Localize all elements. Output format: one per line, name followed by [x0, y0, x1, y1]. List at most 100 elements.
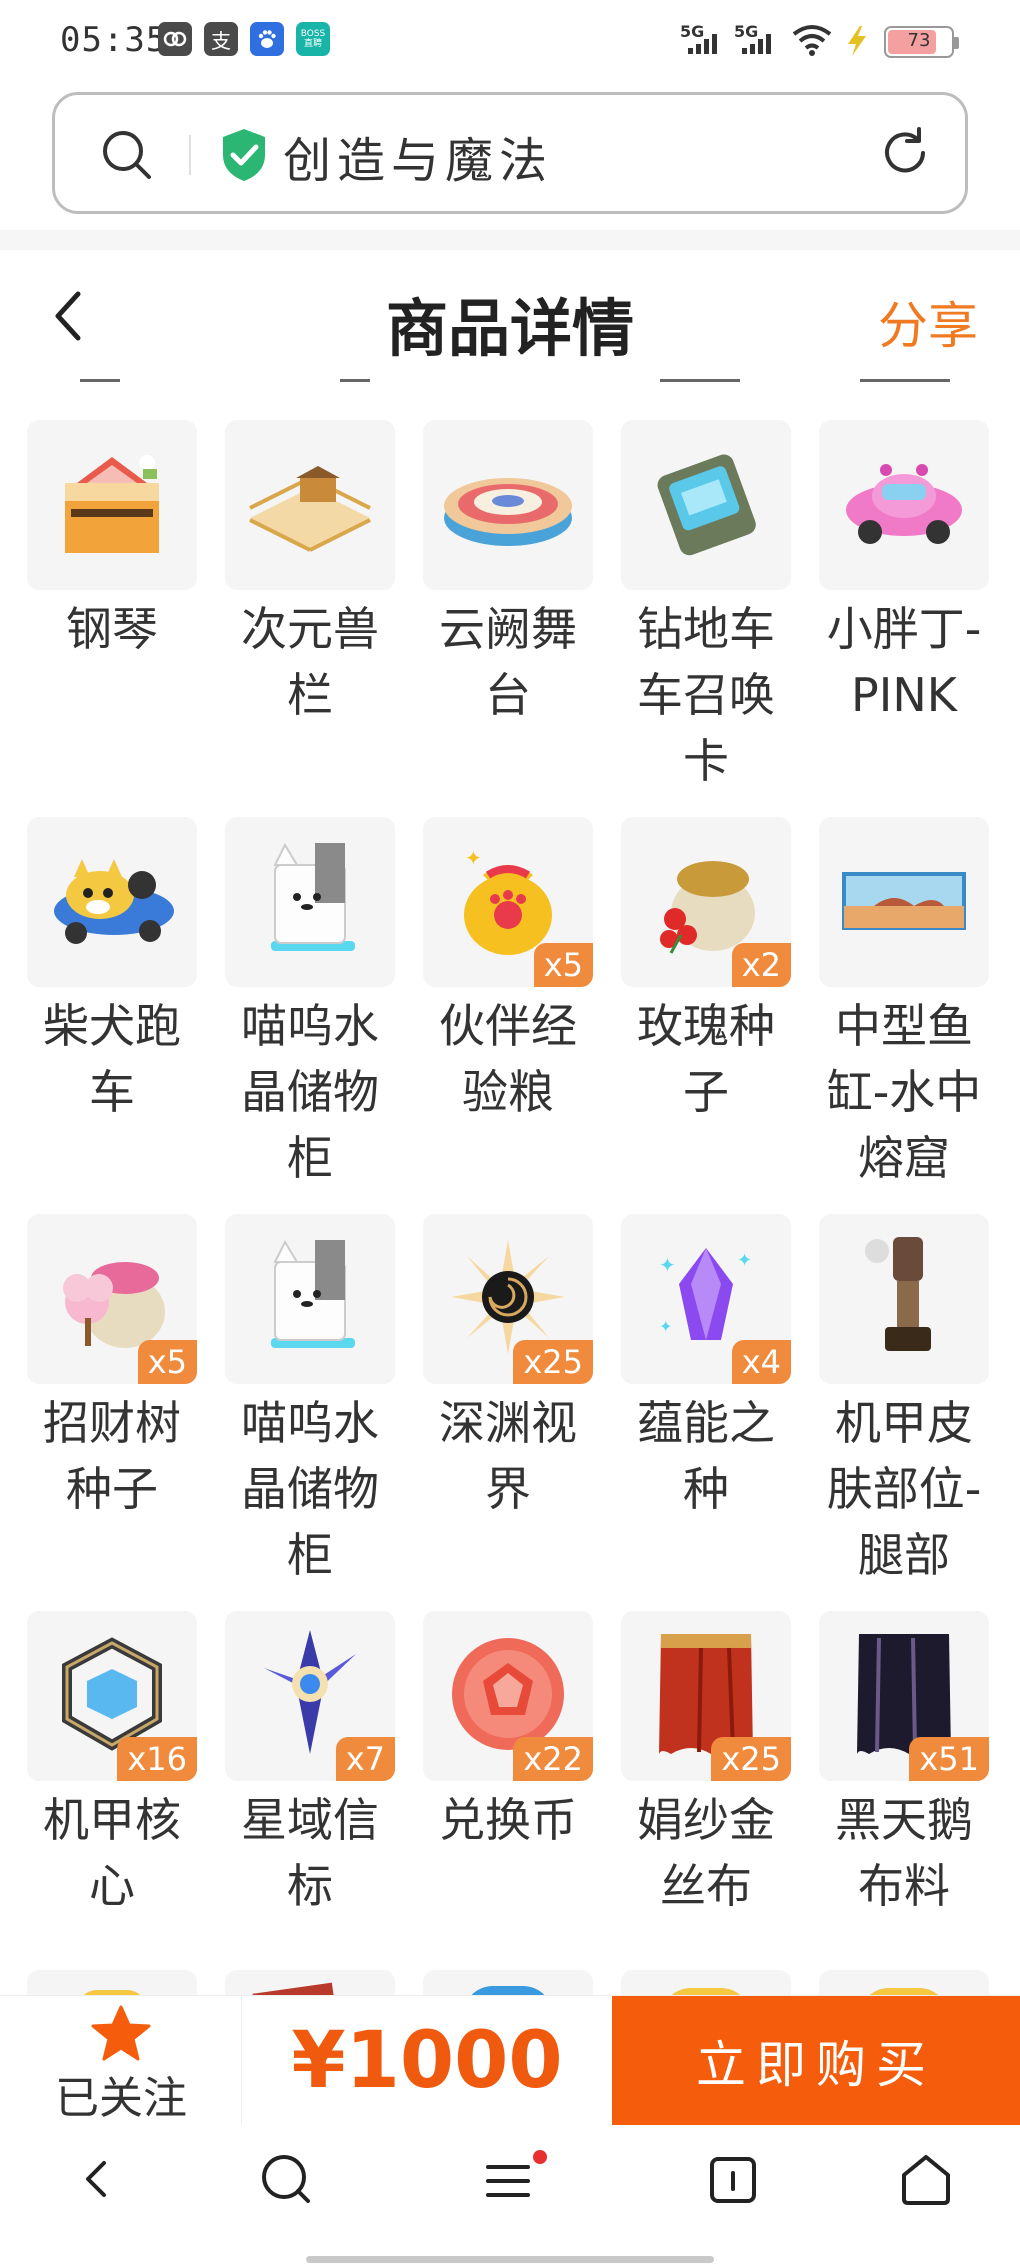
cat-cabinet-icon: [245, 835, 375, 969]
item-thumbnail: x5: [27, 1214, 197, 1384]
address-bar-divider: [189, 135, 191, 175]
quantity-badge: x5: [137, 1340, 197, 1384]
item-name: 星域信标: [241, 1793, 379, 1913]
item-grid-scroll[interactable]: 钢琴 次元兽栏 云阙舞台 钻地车车召唤卡 小胖丁-PINK 柴犬跑车 喵呜水晶储物柜 ✦ x5 伙…: [0, 370, 1020, 1995]
item-card[interactable]: x5 招财树种子: [27, 1214, 197, 1611]
cat-cabinet-icon: [245, 1232, 375, 1366]
page-title: 商品详情: [385, 292, 634, 365]
item-thumbnail: x2: [621, 817, 791, 987]
svg-text:✦: ✦: [465, 846, 482, 870]
pink-car-icon: [834, 448, 974, 562]
item-thumbnail: ✦ x5: [423, 817, 593, 987]
item-thumbnail: [423, 420, 593, 590]
browser-address-bar[interactable]: 创造与魔法: [52, 92, 968, 214]
nav-menu-icon[interactable]: [480, 2149, 550, 2213]
item-thumbnail: x25: [423, 1214, 593, 1384]
item-card[interactable]: x51 黑天鹅布料: [819, 1611, 989, 1995]
item-card[interactable]: 机甲皮肤部位-腿部: [819, 1214, 989, 1611]
search-icon[interactable]: [99, 127, 155, 187]
battery-level: 73: [907, 30, 931, 51]
shiba-car-icon: [42, 845, 182, 959]
item-card[interactable]: 次元兽栏: [225, 420, 395, 817]
item-card[interactable]: 云阙舞台: [423, 420, 593, 817]
item-name: 次元兽栏: [241, 602, 379, 722]
svg-text:✦: ✦: [659, 1317, 672, 1336]
quantity-badge: x51: [909, 1737, 989, 1781]
svg-text:✦: ✦: [737, 1250, 752, 1271]
item-name: 伙伴经验粮: [439, 999, 577, 1119]
item-thumbnail: x25: [621, 1611, 791, 1781]
nav-tabs-icon[interactable]: [706, 2149, 760, 2213]
item-card[interactable]: x22 兑换币: [423, 1611, 593, 1995]
buy-now-button[interactable]: 立即购买: [612, 1996, 1020, 2126]
quantity-badge: x2: [731, 943, 791, 987]
item-thumbnail: [225, 817, 395, 987]
item-card[interactable]: x25 娟纱金丝布: [621, 1611, 791, 1995]
item-name: 机甲皮肤部位-腿部: [826, 1396, 982, 1582]
item-card[interactable]: ✦ x5 伙伴经验粮: [423, 817, 593, 1214]
item-card[interactable]: x25 深渊视界: [423, 1214, 593, 1611]
item-card[interactable]: x7 星域信标: [225, 1611, 395, 1995]
wifi-icon: [792, 24, 832, 60]
item-card[interactable]: 钻地车车召唤卡: [621, 420, 791, 817]
item-thumbnail: [819, 817, 989, 987]
share-button[interactable]: 分享: [878, 286, 978, 358]
item-card[interactable]: 小胖丁-PINK: [819, 420, 989, 817]
item-card[interactable]: 喵呜水晶储物柜: [225, 817, 395, 1214]
item-thumbnail: [621, 420, 791, 590]
quantity-badge: x7: [335, 1737, 395, 1781]
status-time: 05:35: [60, 20, 168, 60]
item-card[interactable]: x2 玫瑰种子: [621, 817, 791, 1214]
baidu-app-icon: [250, 22, 284, 56]
battery-icon: 73: [884, 26, 959, 58]
nav-home-icon[interactable]: [896, 2149, 956, 2213]
svg-text:✦: ✦: [659, 1253, 676, 1277]
item-name: 娟纱金丝布: [637, 1793, 775, 1913]
item-card[interactable]: x16 机甲核心: [27, 1611, 197, 1995]
nav-search-icon[interactable]: [256, 2149, 316, 2213]
follow-label: 已关注: [55, 2073, 187, 2124]
item-name: 玫瑰种子: [637, 999, 775, 1119]
item-name: 钻地车车召唤卡: [637, 602, 775, 788]
alipay-app-icon: 支: [204, 22, 238, 56]
reload-icon[interactable]: [877, 125, 933, 185]
item-name: 黑天鹅布料: [835, 1793, 973, 1913]
item-name: 中型鱼缸-水中熔窟: [826, 999, 982, 1185]
item-name: 机甲核心: [43, 1793, 181, 1913]
item-thumbnail: [819, 420, 989, 590]
boss-zhipin-app-icon: BOSS 直聘: [296, 22, 330, 56]
item-thumbnail: [225, 420, 395, 590]
item-thumbnail: x16: [27, 1611, 197, 1781]
item-name: 兑换币: [439, 1793, 577, 1847]
status-bar: 05:35 支 BOSS 直聘 5G 5G 73: [0, 0, 1020, 80]
item-thumbnail: [819, 1214, 989, 1384]
item-name: 喵呜水晶储物柜: [241, 1396, 379, 1582]
signal-2-bars-icon: [742, 30, 771, 54]
quantity-badge: x5: [533, 943, 593, 987]
item-name: 深渊视界: [439, 1396, 577, 1516]
item-card[interactable]: 喵呜水晶储物柜: [225, 1214, 395, 1611]
item-name: 招财树种子: [43, 1396, 181, 1516]
item-thumbnail: [27, 817, 197, 987]
item-thumbnail: [225, 1214, 395, 1384]
home-indicator[interactable]: [306, 2256, 714, 2263]
item-card[interactable]: 柴犬跑车: [27, 817, 197, 1214]
mech-leg-icon: [849, 1227, 959, 1371]
item-name: 钢琴: [66, 602, 158, 656]
item-thumbnail: x51: [819, 1611, 989, 1781]
piano-icon: [47, 443, 177, 567]
item-name: 喵呜水晶储物柜: [241, 999, 379, 1185]
gallery-app-icon: [158, 22, 192, 56]
item-card[interactable]: ✦ ✦ ✦ x4 蕴能之种: [621, 1214, 791, 1611]
item-name: 柴犬跑车: [43, 999, 181, 1119]
follow-button[interactable]: 已关注: [0, 1996, 242, 2126]
item-thumbnail: ✦ ✦ ✦ x4: [621, 1214, 791, 1384]
item-grid: 钢琴 次元兽栏 云阙舞台 钻地车车召唤卡 小胖丁-PINK 柴犬跑车 喵呜水晶储物柜 ✦ x5 伙…: [27, 420, 997, 1995]
system-nav-bar: [0, 2125, 1020, 2267]
item-card[interactable]: 中型鱼缸-水中熔窟: [819, 817, 989, 1214]
nav-back-icon[interactable]: [76, 2149, 116, 2213]
item-card[interactable]: 钢琴: [27, 420, 197, 817]
item-name: 蕴能之种: [637, 1396, 775, 1516]
item-thumbnail: [27, 420, 197, 590]
star-icon: [90, 2004, 152, 2066]
